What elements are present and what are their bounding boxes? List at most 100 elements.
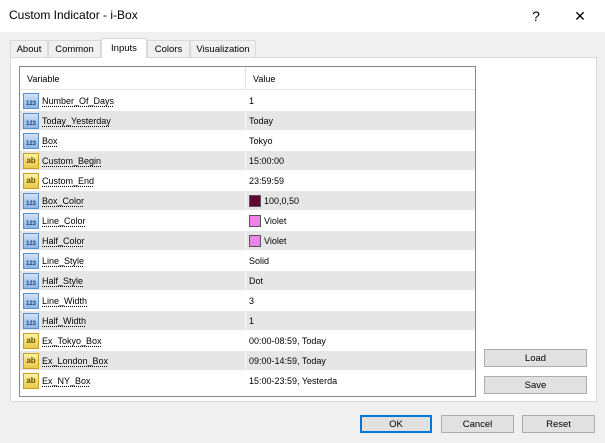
variable-cell: ab Ex_London_Box [20, 351, 246, 371]
color-swatch[interactable] [249, 195, 261, 207]
tab-visualization[interactable]: Visualization [190, 40, 256, 57]
value-cell[interactable]: 3 [246, 291, 475, 311]
value-cell[interactable]: 100,0,50 [246, 191, 475, 211]
table-row[interactable]: 123 Line_Color Violet [20, 211, 475, 231]
table-row[interactable]: 123 Half_Width 1 [20, 311, 475, 331]
table-row[interactable]: ab Ex_Tokyo_Box 00:00-08:59, Today [20, 331, 475, 351]
window-title: Custom Indicator - i-Box [9, 8, 138, 22]
color-swatch[interactable] [249, 235, 261, 247]
load-button[interactable]: Load [484, 349, 587, 367]
tab-about[interactable]: About [10, 40, 48, 57]
variable-cell: 123 Box [20, 131, 246, 151]
ok-button[interactable]: OK [360, 415, 432, 433]
value-text: Tokyo [249, 136, 273, 146]
save-button[interactable]: Save [484, 376, 587, 394]
value-cell[interactable]: 00:00-08:59, Today [246, 331, 475, 351]
variable-name: Custom_Begin [42, 156, 102, 166]
title-bar: Custom Indicator - i-Box ? ✕ [0, 0, 605, 32]
value-cell[interactable]: 09:00-14:59, Today [246, 351, 475, 371]
value-text: Dot [249, 276, 264, 286]
variable-cell: 123 Half_Width [20, 311, 246, 331]
value-cell[interactable]: 15:00-23:59, Yesterda [246, 371, 475, 391]
value-cell[interactable]: 15:00:00 [246, 151, 475, 171]
table-row[interactable]: ab Custom_Begin 15:00:00 [20, 151, 475, 171]
variable-name: Number_Of_Days [42, 96, 115, 106]
value-cell[interactable]: 1 [246, 91, 475, 111]
variable-name: Today_Yesterday [42, 116, 111, 126]
integer-type-icon: 123 [23, 313, 39, 329]
table-row[interactable]: ab Ex_London_Box 09:00-14:59, Today [20, 351, 475, 371]
string-type-icon: ab [23, 353, 39, 369]
reset-button[interactable]: Reset [522, 415, 595, 433]
table-row[interactable]: 123 Box Tokyo [20, 131, 475, 151]
table-row[interactable]: 123 Half_Style Dot [20, 271, 475, 291]
value-cell[interactable]: Violet [246, 211, 475, 231]
string-type-icon: ab [23, 333, 39, 349]
column-header-variable[interactable]: Variable [20, 67, 246, 90]
value-cell[interactable]: Dot [246, 271, 475, 291]
value-cell[interactable]: Today [246, 111, 475, 131]
value-cell[interactable]: Solid [246, 251, 475, 271]
value-text: 23:59:59 [249, 176, 285, 186]
variable-name: Box [42, 136, 58, 146]
variable-name: Line_Color [42, 216, 86, 226]
variable-cell: 123 Half_Style [20, 271, 246, 291]
color-swatch[interactable] [249, 215, 261, 227]
value-text: Today [249, 116, 274, 126]
tab-common[interactable]: Common [48, 40, 101, 57]
integer-type-icon: 123 [23, 233, 39, 249]
value-text: 09:00-14:59, Today [249, 356, 326, 366]
variable-cell: 123 Line_Width [20, 291, 246, 311]
value-text: Violet [264, 216, 287, 226]
tab-inputs[interactable]: Inputs [101, 38, 147, 58]
variable-name: Half_Color [42, 236, 85, 246]
variable-name: Ex_NY_Box [42, 376, 91, 386]
string-type-icon: ab [23, 153, 39, 169]
integer-type-icon: 123 [23, 213, 39, 229]
table-row[interactable]: 123 Box_Color 100,0,50 [20, 191, 475, 211]
string-type-icon: ab [23, 373, 39, 389]
variable-name: Ex_London_Box [42, 356, 109, 366]
help-button[interactable]: ? [514, 0, 558, 32]
value-text: 00:00-08:59, Today [249, 336, 326, 346]
table-row[interactable]: 123 Today_Yesterday Today [20, 111, 475, 131]
variable-name: Line_Width [42, 296, 88, 306]
value-cell[interactable]: 1 [246, 311, 475, 331]
variable-cell: 123 Today_Yesterday [20, 111, 246, 131]
value-text: Solid [249, 256, 270, 266]
column-header-value[interactable]: Value [246, 67, 475, 90]
value-text: 1 [249, 96, 255, 106]
integer-type-icon: 123 [23, 113, 39, 129]
variable-name: Box_Color [42, 196, 85, 206]
variable-cell: ab Ex_Tokyo_Box [20, 331, 246, 351]
value-cell[interactable]: Violet [246, 231, 475, 251]
integer-type-icon: 123 [23, 133, 39, 149]
value-cell[interactable]: 23:59:59 [246, 171, 475, 191]
tab-colors[interactable]: Colors [147, 40, 190, 57]
variable-name: Line_Style [42, 256, 85, 266]
variable-cell: ab Ex_NY_Box [20, 371, 246, 391]
variable-name: Custom_End [42, 176, 95, 186]
integer-type-icon: 123 [23, 273, 39, 289]
value-cell[interactable]: Tokyo [246, 131, 475, 151]
table-row[interactable]: 123 Number_Of_Days 1 [20, 91, 475, 111]
integer-type-icon: 123 [23, 193, 39, 209]
variable-cell: ab Custom_End [20, 171, 246, 191]
variable-cell: 123 Half_Color [20, 231, 246, 251]
variable-cell: ab Custom_Begin [20, 151, 246, 171]
table-row[interactable]: 123 Line_Style Solid [20, 251, 475, 271]
value-text: 15:00-23:59, Yesterda [249, 376, 338, 386]
string-type-icon: ab [23, 173, 39, 189]
table-row[interactable]: ab Ex_NY_Box 15:00-23:59, Yesterda [20, 371, 475, 391]
inputs-grid[interactable]: Variable Value 123 Number_Of_Days 1 123 Toda… [19, 66, 476, 397]
grid-rows: 123 Number_Of_Days 1 123 Today_Yesterday Toda… [20, 91, 475, 391]
value-text: 15:00:00 [249, 156, 285, 166]
table-row[interactable]: 123 Half_Color Violet [20, 231, 475, 251]
value-text: 1 [249, 316, 255, 326]
cancel-button[interactable]: Cancel [441, 415, 514, 433]
close-button[interactable]: ✕ [558, 0, 602, 32]
integer-type-icon: 123 [23, 253, 39, 269]
table-row[interactable]: 123 Line_Width 3 [20, 291, 475, 311]
table-row[interactable]: ab Custom_End 23:59:59 [20, 171, 475, 191]
value-text: 3 [249, 296, 255, 306]
